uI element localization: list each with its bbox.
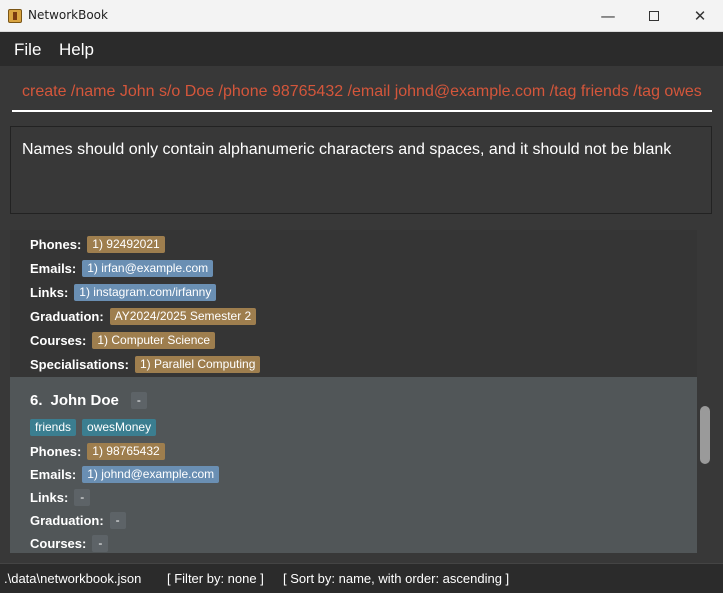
phone-badge: 1) 98765432 (87, 442, 165, 460)
contact-list[interactable]: Phones: 1) 92492021 Emails: 1) irfan@exa… (10, 230, 697, 553)
links-label: Links: (30, 489, 69, 505)
emails-row: Emails: 1) johnd@example.com (30, 465, 225, 483)
menu-help[interactable]: Help (59, 40, 94, 60)
graduation-row: Graduation: - (30, 511, 132, 529)
contact-name: John Doe (50, 391, 119, 409)
email-badge: 1) irfan@example.com (82, 259, 214, 277)
contact-card-selected[interactable]: 6. John Doe - friends owesMoney Phones: … (10, 377, 697, 553)
specialisation-badge: 1) Parallel Computing (134, 355, 261, 373)
course-badge: 1) Computer Science (92, 331, 216, 349)
close-button[interactable]: ✕ (677, 0, 723, 32)
emails-label: Emails: (30, 260, 77, 276)
graduation-badge: AY2024/2025 Semester 2 (109, 307, 257, 325)
app-logo-icon (8, 9, 22, 23)
link-badge: 1) instagram.com/irfanny (74, 283, 217, 301)
links-row: Links: 1) instagram.com/irfanny (30, 283, 222, 301)
maximize-icon (649, 11, 659, 21)
networkbook-window: NetworkBook — ✕ File Help Names should o… (0, 0, 723, 593)
phones-row: Phones: 1) 92492021 (30, 235, 171, 253)
specialisations-row: Specialisations: 1) Parallel Computing (30, 355, 266, 373)
window-title: NetworkBook (28, 8, 108, 22)
sort-status: [ Sort by: name, with order: ascending ] (283, 571, 510, 586)
specialisations-label: Specialisations: (30, 356, 129, 372)
maximize-button[interactable] (631, 0, 677, 32)
scrollbar-thumb[interactable] (700, 406, 710, 464)
phones-label: Phones: (30, 236, 82, 252)
contact-index: 6. (30, 391, 43, 409)
course-badge: - (92, 534, 109, 552)
command-box (0, 66, 723, 120)
link-badge: - (74, 488, 91, 506)
menu-bar: File Help (0, 32, 723, 66)
tags-row: friends owesMoney (30, 418, 162, 436)
menu-file[interactable]: File (14, 40, 41, 60)
graduation-row: Graduation: AY2024/2025 Semester 2 (30, 307, 262, 325)
phone-badge: 1) 92492021 (87, 235, 165, 253)
courses-label: Courses: (30, 535, 87, 551)
courses-label: Courses: (30, 332, 87, 348)
priority-badge: - (130, 391, 147, 409)
title-bar: NetworkBook — ✕ (0, 0, 723, 32)
save-location: .\data\networkbook.json (4, 571, 142, 586)
status-bar: .\data\networkbook.json [ Filter by: non… (0, 563, 723, 593)
emails-label: Emails: (30, 466, 77, 482)
filter-status: [ Filter by: none ] (167, 571, 264, 586)
graduation-label: Graduation: (30, 308, 104, 324)
courses-row: Courses: 1) Computer Science (30, 331, 221, 349)
contact-list-pane: Phones: 1) 92492021 Emails: 1) irfan@exa… (0, 220, 723, 563)
links-label: Links: (30, 284, 69, 300)
minimize-button[interactable]: — (585, 0, 631, 32)
phones-row: Phones: 1) 98765432 (30, 442, 171, 460)
links-row: Links: - (30, 488, 96, 506)
graduation-label: Graduation: (30, 512, 104, 528)
graduation-badge: - (109, 511, 126, 529)
phones-label: Phones: (30, 443, 82, 459)
contact-card[interactable]: Phones: 1) 92492021 Emails: 1) irfan@exa… (10, 230, 697, 377)
result-display: Names should only contain alphanumeric c… (10, 126, 712, 214)
result-display-pane: Names should only contain alphanumeric c… (0, 120, 723, 220)
result-message: Names should only contain alphanumeric c… (22, 141, 672, 158)
contact-header: 6. John Doe - (30, 389, 153, 411)
command-input[interactable] (12, 74, 712, 112)
tag-badge: friends (30, 418, 77, 436)
tag-badge: owesMoney (82, 418, 157, 436)
emails-row: Emails: 1) irfan@example.com (30, 259, 219, 277)
email-badge: 1) johnd@example.com (82, 465, 220, 483)
list-scrollbar[interactable] (697, 230, 713, 553)
courses-row: Courses: - (30, 534, 114, 552)
